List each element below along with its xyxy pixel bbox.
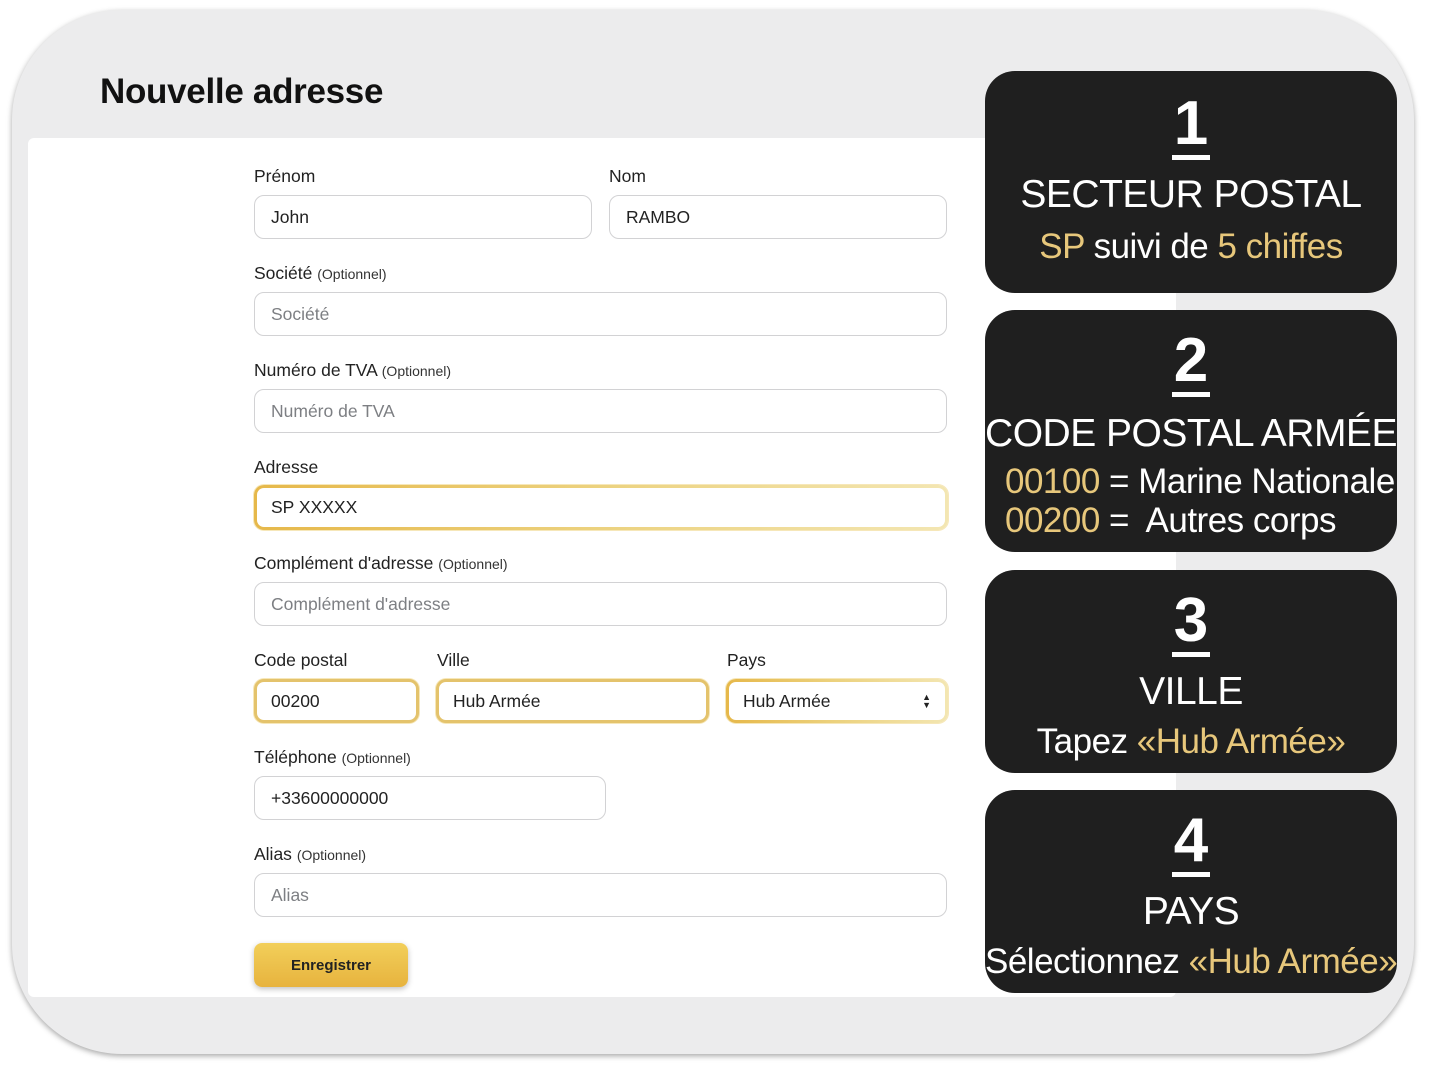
company-input[interactable]: Société	[254, 292, 947, 336]
postcode-label: Code postal	[254, 650, 348, 670]
city-input[interactable]: Hub Armée	[436, 679, 709, 723]
city-label: Ville	[437, 650, 470, 670]
card-text: 00200 = Autres corps	[1005, 501, 1336, 541]
page-title: Nouvelle adresse	[100, 72, 384, 111]
card-title: VILLE	[1139, 670, 1243, 713]
address2-input[interactable]: Complément d'adresse	[254, 582, 947, 626]
card-title: CODE POSTAL ARMÉE	[985, 412, 1397, 455]
card-text: SP suivi de 5 chiffes	[1039, 226, 1343, 266]
vat-input[interactable]: Numéro de TVA	[254, 389, 947, 433]
instruction-card-2: 2 CODE POSTAL ARMÉE 00100 = Marine Natio…	[985, 310, 1397, 552]
address2-label: Complément d'adresse (Optionnel)	[254, 553, 508, 573]
alias-input[interactable]: Alias	[254, 873, 947, 917]
phone-input[interactable]: +33600000000	[254, 776, 606, 820]
card-title: PAYS	[1142, 890, 1240, 933]
card-title: SECTEUR POSTAL	[1020, 173, 1362, 216]
select-arrows-icon: ▲ ▼	[922, 692, 931, 710]
card-text: Sélectionnez «Hub Armée»	[985, 941, 1398, 981]
card-text: Tapez «Hub Armée»	[1036, 721, 1346, 761]
card-number: 4	[1171, 806, 1211, 877]
alias-label: Alias (Optionnel)	[254, 844, 367, 864]
phone-label: Téléphone (Optionnel)	[254, 747, 411, 767]
postcode-input[interactable]: 00200	[254, 679, 419, 723]
instruction-card-1: 1 SECTEUR POSTAL SP suivi de 5 chiffes	[985, 71, 1397, 293]
address-label: Adresse	[254, 457, 319, 477]
lastname-input[interactable]: RAMBO	[609, 195, 947, 239]
instruction-card-4: 4 PAYS Sélectionnez «Hub Armée»	[985, 790, 1398, 993]
vat-label: Numéro de TVA (Optionnel)	[254, 360, 452, 380]
card-number: 1	[1171, 89, 1211, 160]
country-select[interactable]: Hub Armée ▲ ▼	[726, 679, 948, 723]
lastname-label: Nom	[609, 166, 646, 186]
card-number: 3	[1171, 586, 1211, 657]
card-number: 2	[1171, 326, 1211, 397]
country-label: Pays	[727, 650, 766, 670]
card-text: 00100 = Marine Nationale	[1005, 461, 1395, 501]
address-input[interactable]: SP XXXXX	[254, 485, 948, 530]
firstname-label: Prénom	[254, 166, 316, 186]
company-label: Société (Optionnel)	[254, 263, 387, 283]
firstname-input[interactable]: John	[254, 195, 592, 239]
instruction-card-3: 3 VILLE Tapez «Hub Armée»	[985, 570, 1397, 773]
save-button[interactable]: Enregistrer	[254, 943, 408, 987]
